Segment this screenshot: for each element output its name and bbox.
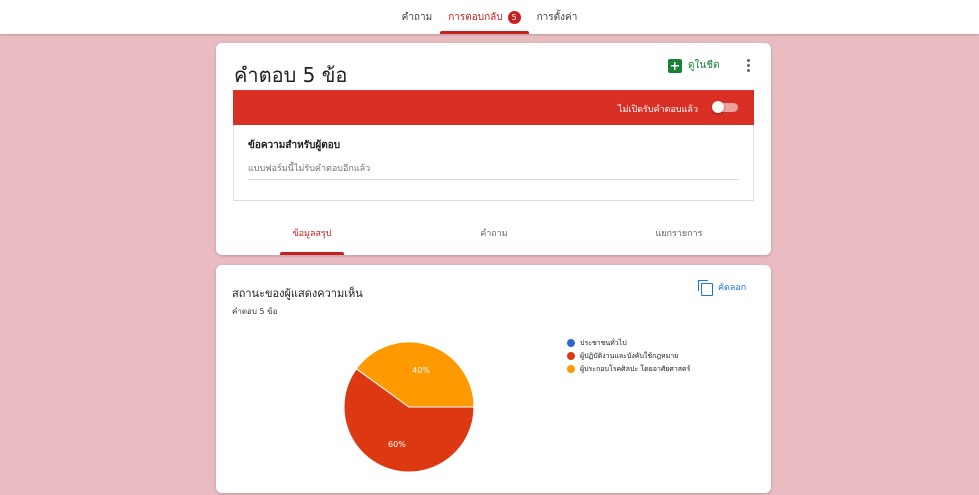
responses-card: คำตอบ 5 ข้อ ดูในชีต ไม่เปิดรับคำตอบแล้ว … <box>216 43 771 255</box>
not-accepting-responses-bar: ไม่เปิดรับคำตอบแล้ว <box>233 90 754 125</box>
chart-legend: ประชาชนทั่วไปผู้ปฏิบัติงานและบังคับใช้กฎ… <box>567 337 690 376</box>
copy-icon <box>698 280 713 296</box>
subtab-question-label: คำถาม <box>480 229 508 239</box>
pie-slice-label: 40% <box>412 366 430 375</box>
copy-chart-button[interactable]: คัดลอก <box>698 280 747 296</box>
view-in-sheets-label: ดูในชีต <box>688 60 720 71</box>
legend-label: ผู้ประกอบโรคศิลปะ โดยอาศัยศาสตร์ <box>580 364 691 373</box>
legend-swatch <box>567 352 575 360</box>
respondent-message-box: ข้อความสำหรับผู้ตอบ <box>233 125 754 201</box>
responses-title: คำตอบ 5 ข้อ <box>234 63 348 87</box>
toggle-knob <box>712 101 724 113</box>
sheets-icon <box>668 58 682 73</box>
subtab-question[interactable]: คำถาม <box>456 226 532 255</box>
respondent-message-input[interactable] <box>248 158 739 180</box>
top-tab-bar: คำถาม การตอบกลับ 5 การตั้งค่า <box>0 0 979 34</box>
more-vert-icon-dot <box>746 63 750 67</box>
subtab-individual-label: แยกรายการ <box>655 229 703 239</box>
tab-questions-label: คำถาม <box>401 11 433 23</box>
accepting-responses-toggle[interactable] <box>712 101 738 113</box>
subtab-summary-label: ข้อมูลสรุป <box>292 229 332 239</box>
subtab-individual[interactable]: แยกรายการ <box>634 226 724 255</box>
view-in-sheets-button[interactable]: ดูในชีต <box>668 58 720 73</box>
responses-sub-tabs: ข้อมูลสรุป คำถาม แยกรายการ <box>216 226 771 255</box>
legend-label: ประชาชนทั่วไป <box>580 338 627 347</box>
copy-chart-label: คัดลอก <box>718 283 747 293</box>
status-pie-chart: 60% 40% <box>343 341 475 473</box>
more-options-button[interactable] <box>742 57 754 73</box>
tab-settings-label: การตั้งค่า <box>536 11 578 23</box>
tab-settings[interactable]: การตั้งค่า <box>529 0 586 34</box>
legend-label: ผู้ปฏิบัติงานและบังคับใช้กฎหมาย <box>580 351 679 360</box>
question-summary-card: สถานะของผู้แสดงความเห็น คำตอบ 5 ข้อ คัดล… <box>216 265 771 493</box>
not-accepting-label: ไม่เปิดรับคำตอบแล้ว <box>617 105 698 115</box>
tab-responses[interactable]: การตอบกลับ 5 <box>440 0 530 34</box>
legend-item: ผู้ปฏิบัติงานและบังคับใช้กฎหมาย <box>567 350 690 362</box>
legend-item: ประชาชนทั่วไป <box>567 337 690 349</box>
respondent-message-label: ข้อความสำหรับผู้ตอบ <box>248 140 341 151</box>
tab-responses-label: การตอบกลับ <box>448 11 503 23</box>
more-vert-icon-dot <box>746 68 750 72</box>
more-vert-icon <box>746 58 750 62</box>
legend-item: ผู้ประกอบโรคศิลปะ โดยอาศัยศาสตร์ <box>567 363 690 375</box>
responses-count-badge: 5 <box>507 10 521 24</box>
tab-questions[interactable]: คำถาม <box>394 0 441 34</box>
subtab-summary[interactable]: ข้อมูลสรุป <box>274 226 350 255</box>
legend-swatch <box>567 365 575 373</box>
legend-swatch <box>567 339 575 347</box>
pie-slice-label: 60% <box>388 440 406 449</box>
response-count-label: คำตอบ 5 ข้อ <box>232 307 278 316</box>
question-title: สถานะของผู้แสดงความเห็น <box>232 287 363 300</box>
